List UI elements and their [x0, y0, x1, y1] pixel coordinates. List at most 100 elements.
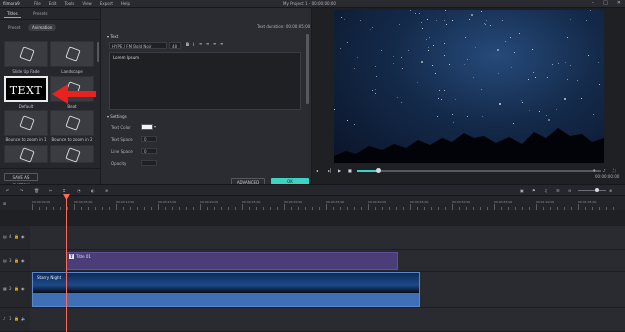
lock-icon[interactable]: 🔒: [14, 316, 19, 321]
render-icon[interactable]: ▣: [520, 188, 524, 193]
star: [511, 67, 512, 68]
volume-icon[interactable]: ♪: [603, 168, 606, 173]
star: [419, 13, 420, 14]
progress-track[interactable]: [379, 170, 601, 172]
star: [444, 20, 445, 21]
subtab-preset[interactable]: Preset: [4, 24, 24, 31]
align-right-icon[interactable]: ≡: [213, 41, 216, 46]
marker-icon[interactable]: ⚑: [532, 188, 536, 193]
text-space-stepper[interactable]: 0: [141, 136, 157, 142]
ruler-tick: [130, 207, 131, 210]
title-thumb-slide-up-fade[interactable]: [4, 41, 48, 67]
align-left-icon[interactable]: ≡: [199, 41, 202, 46]
eye-icon[interactable]: ◉: [21, 258, 25, 263]
mixer-icon[interactable]: ☰: [556, 188, 560, 193]
star: [427, 19, 428, 20]
ruler-tick: [53, 207, 54, 210]
stop-icon[interactable]: ■: [348, 168, 352, 173]
title-thumb-item[interactable]: [50, 145, 94, 163]
zoom-out-icon[interactable]: ⊖: [568, 188, 571, 193]
ruler-tick: [298, 207, 299, 210]
redo-icon[interactable]: ↷: [20, 188, 23, 193]
setting-label: Text Color: [111, 125, 131, 130]
title-thumb-bounce-1[interactable]: [4, 110, 48, 136]
eye-icon[interactable]: ◉: [21, 234, 25, 239]
cut-icon[interactable]: ✂: [49, 188, 52, 193]
track-1[interactable]: [30, 308, 625, 332]
delete-icon[interactable]: 🗑: [34, 188, 39, 193]
tab-titles[interactable]: Titles: [4, 10, 21, 18]
lock-icon[interactable]: 🔒: [14, 258, 19, 263]
play-icon[interactable]: ▶: [338, 168, 341, 173]
track-2[interactable]: Starry Night: [30, 272, 625, 308]
menu-file[interactable]: File: [34, 1, 41, 6]
track-number: 2: [9, 286, 12, 291]
menu-edit[interactable]: Edit: [49, 1, 57, 6]
title-thumb-bounce-2[interactable]: [50, 110, 94, 136]
track-4[interactable]: [30, 226, 625, 250]
zoom-slider-handle[interactable]: [595, 188, 599, 192]
speed-icon[interactable]: ◔: [77, 188, 81, 193]
zoom-slider[interactable]: [578, 190, 606, 191]
font-size-select[interactable]: 48: [169, 42, 181, 49]
maximize-icon[interactable]: □: [603, 0, 608, 6]
ruler-time-label: 00:01:05:00: [578, 200, 597, 204]
title-clip-label: Title 01: [76, 254, 91, 259]
prev-frame-icon[interactable]: ▸▏: [328, 168, 333, 173]
undo-icon[interactable]: ↶: [6, 188, 9, 193]
ruler-tick: [438, 207, 439, 210]
snapshot-icon[interactable]: ⌾: [593, 168, 595, 173]
timeline-ruler[interactable]: 00:00:00:00 00:00:05:00 00:00:10:00 00:00:1…: [30, 196, 625, 210]
italic-icon[interactable]: I: [193, 42, 194, 47]
title-thumb-landscape[interactable]: [50, 41, 94, 67]
line-space-stepper[interactable]: 0: [141, 148, 157, 154]
mic-icon[interactable]: ♫: [544, 188, 548, 193]
crop-icon[interactable]: ⌗: [63, 188, 65, 193]
ruler-tick: [340, 207, 341, 210]
menu-export[interactable]: Export: [100, 1, 113, 6]
ruler-tick: [529, 207, 530, 210]
star: [376, 76, 377, 77]
ruler-tick: [277, 207, 278, 210]
add-track-icon[interactable]: ⊞: [3, 201, 6, 206]
title-thumb-default[interactable]: TEXT: [4, 76, 48, 102]
color-icon[interactable]: ◐: [91, 188, 95, 193]
subtab-animation[interactable]: Animation: [28, 24, 57, 31]
preview-screen: [334, 10, 604, 163]
audio-icon[interactable]: ≋: [105, 188, 108, 193]
menu-tools[interactable]: Tools: [64, 1, 74, 6]
title-text-area[interactable]: Lorem Ipsum: [109, 52, 301, 110]
scrubber-handle[interactable]: [376, 168, 381, 173]
minimize-icon[interactable]: –: [592, 0, 595, 6]
editor-scrollbar[interactable]: [306, 34, 309, 104]
zoom-in-icon[interactable]: ⊕: [609, 188, 612, 193]
lock-icon[interactable]: 🔒: [14, 286, 19, 291]
chevron-down-icon[interactable]: ▾: [154, 124, 156, 129]
bold-icon[interactable]: B: [186, 42, 189, 47]
title-clip[interactable]: T Title 01: [66, 252, 398, 270]
save-as-custom-button[interactable]: SAVE AS CUSTOM: [4, 173, 38, 188]
section-text-toggle[interactable]: ▾ Text: [107, 34, 118, 39]
opacity-stepper[interactable]: [141, 160, 157, 166]
menu-help[interactable]: Help: [121, 1, 130, 6]
text-color-swatch[interactable]: [141, 124, 153, 130]
section-settings-toggle[interactable]: ▾ Settings: [107, 114, 127, 119]
video-clip[interactable]: Starry Night: [32, 272, 420, 307]
playhead-line[interactable]: [66, 196, 67, 332]
star: [452, 114, 453, 115]
title-thumb-item[interactable]: [4, 145, 48, 163]
align-center-icon[interactable]: ≡: [206, 41, 209, 46]
eye-icon[interactable]: ◉: [21, 286, 25, 291]
skip-back-icon[interactable]: ◂: [316, 168, 318, 173]
fullscreen-icon[interactable]: ⛶: [613, 168, 616, 173]
ruler-tick: [186, 207, 187, 210]
library-scrollbar[interactable]: [97, 42, 99, 62]
track-3[interactable]: T Title 01: [30, 250, 625, 272]
font-select[interactable]: HYPE / FM Bold Noir: [109, 42, 167, 49]
align-justify-icon[interactable]: ≡: [220, 41, 223, 46]
menu-view[interactable]: View: [82, 1, 92, 6]
mute-icon[interactable]: 🔈: [21, 316, 26, 321]
close-icon[interactable]: ✕: [617, 0, 621, 6]
tab-presets[interactable]: Presets: [30, 10, 51, 18]
lock-icon[interactable]: 🔒: [14, 234, 19, 239]
